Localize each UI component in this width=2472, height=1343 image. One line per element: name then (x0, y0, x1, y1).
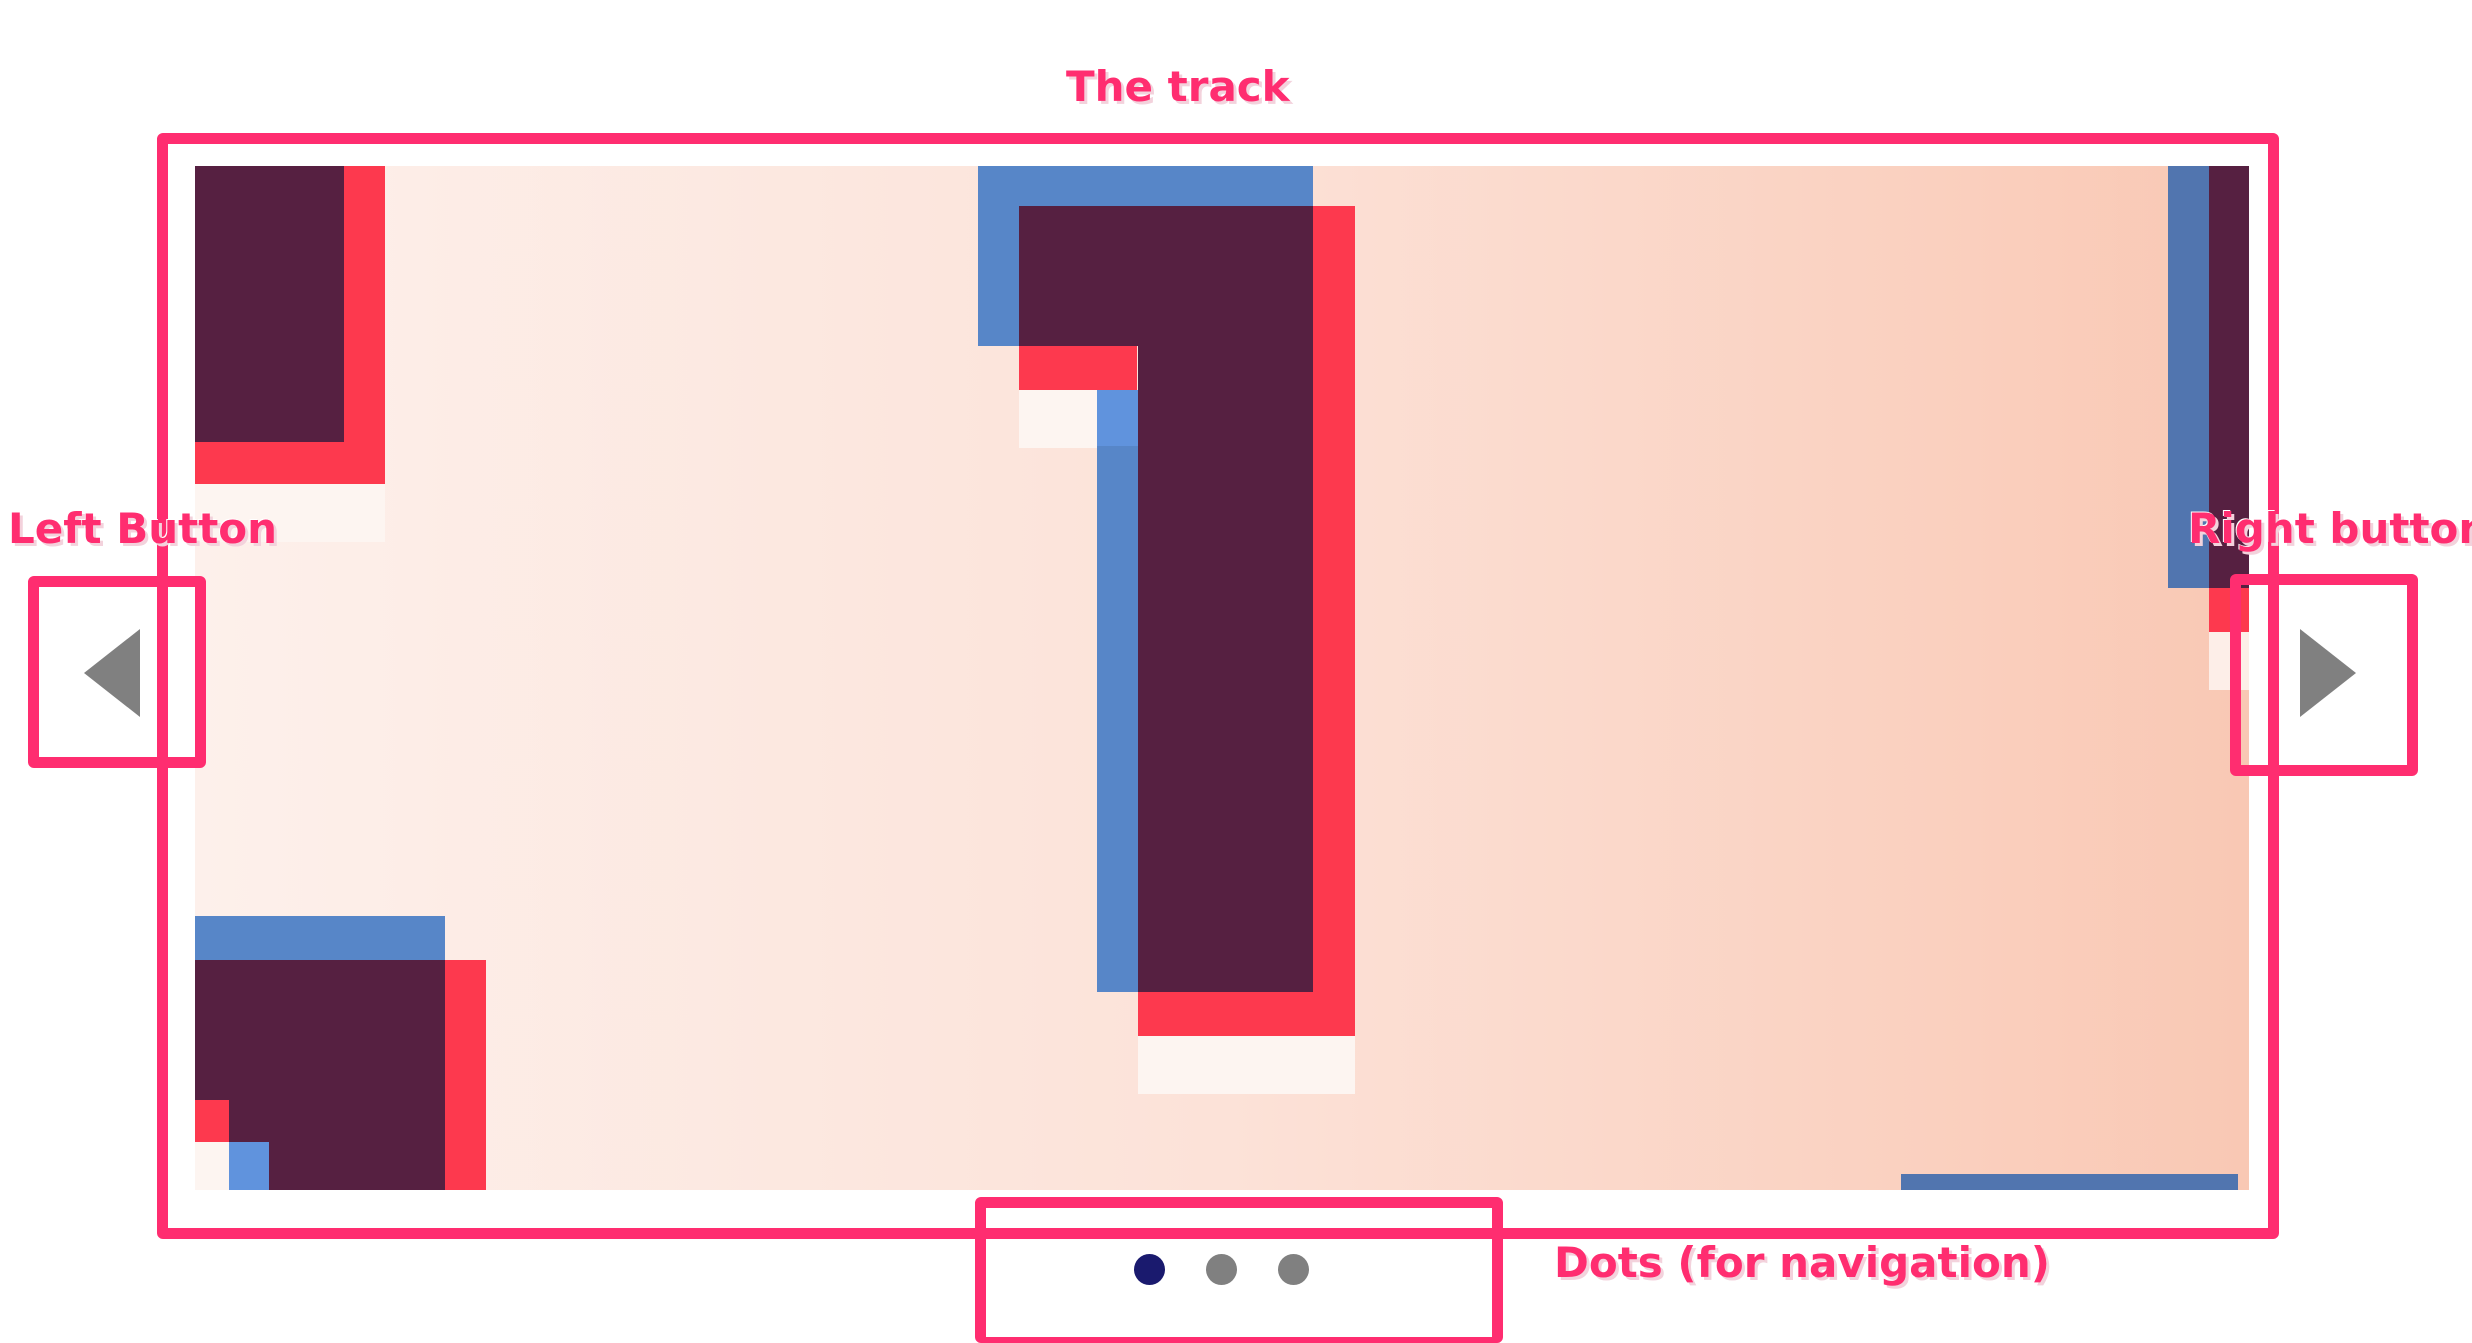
glyph-body (1019, 206, 1313, 346)
left-button-annotation-label: Left Button (8, 504, 278, 553)
carousel-dot-active[interactable] (1134, 1254, 1165, 1285)
glyph-shadow-blue (195, 916, 445, 960)
carousel-next-button[interactable] (2300, 629, 2356, 717)
dots-callout-box (975, 1197, 1503, 1343)
glyph-shadow-light (195, 1142, 229, 1190)
glyph-body (195, 166, 344, 442)
carousel-dot[interactable] (1278, 1254, 1309, 1285)
carousel-dot[interactable] (1206, 1254, 1237, 1285)
right-button-annotation-label: Right button (2188, 504, 2472, 553)
glyph-shadow-blue (1097, 390, 1139, 446)
dots-annotation-label: Dots (for navigation) (1554, 1238, 2050, 1287)
carousel-slide (195, 166, 2249, 1190)
glyph-shadow-red (445, 960, 486, 1190)
glyph-shadow-red (195, 1100, 229, 1142)
glyph-body (1138, 346, 1313, 992)
glyph-shadow-red (1019, 346, 1137, 390)
track-annotation-label: The track (1066, 62, 1290, 111)
glyph-shadow-blue (1901, 1174, 2238, 1190)
carousel-prev-button[interactable] (84, 629, 140, 717)
glyph-shadow-blue (229, 1142, 269, 1190)
glyph-shadow-light (1138, 1036, 1355, 1094)
